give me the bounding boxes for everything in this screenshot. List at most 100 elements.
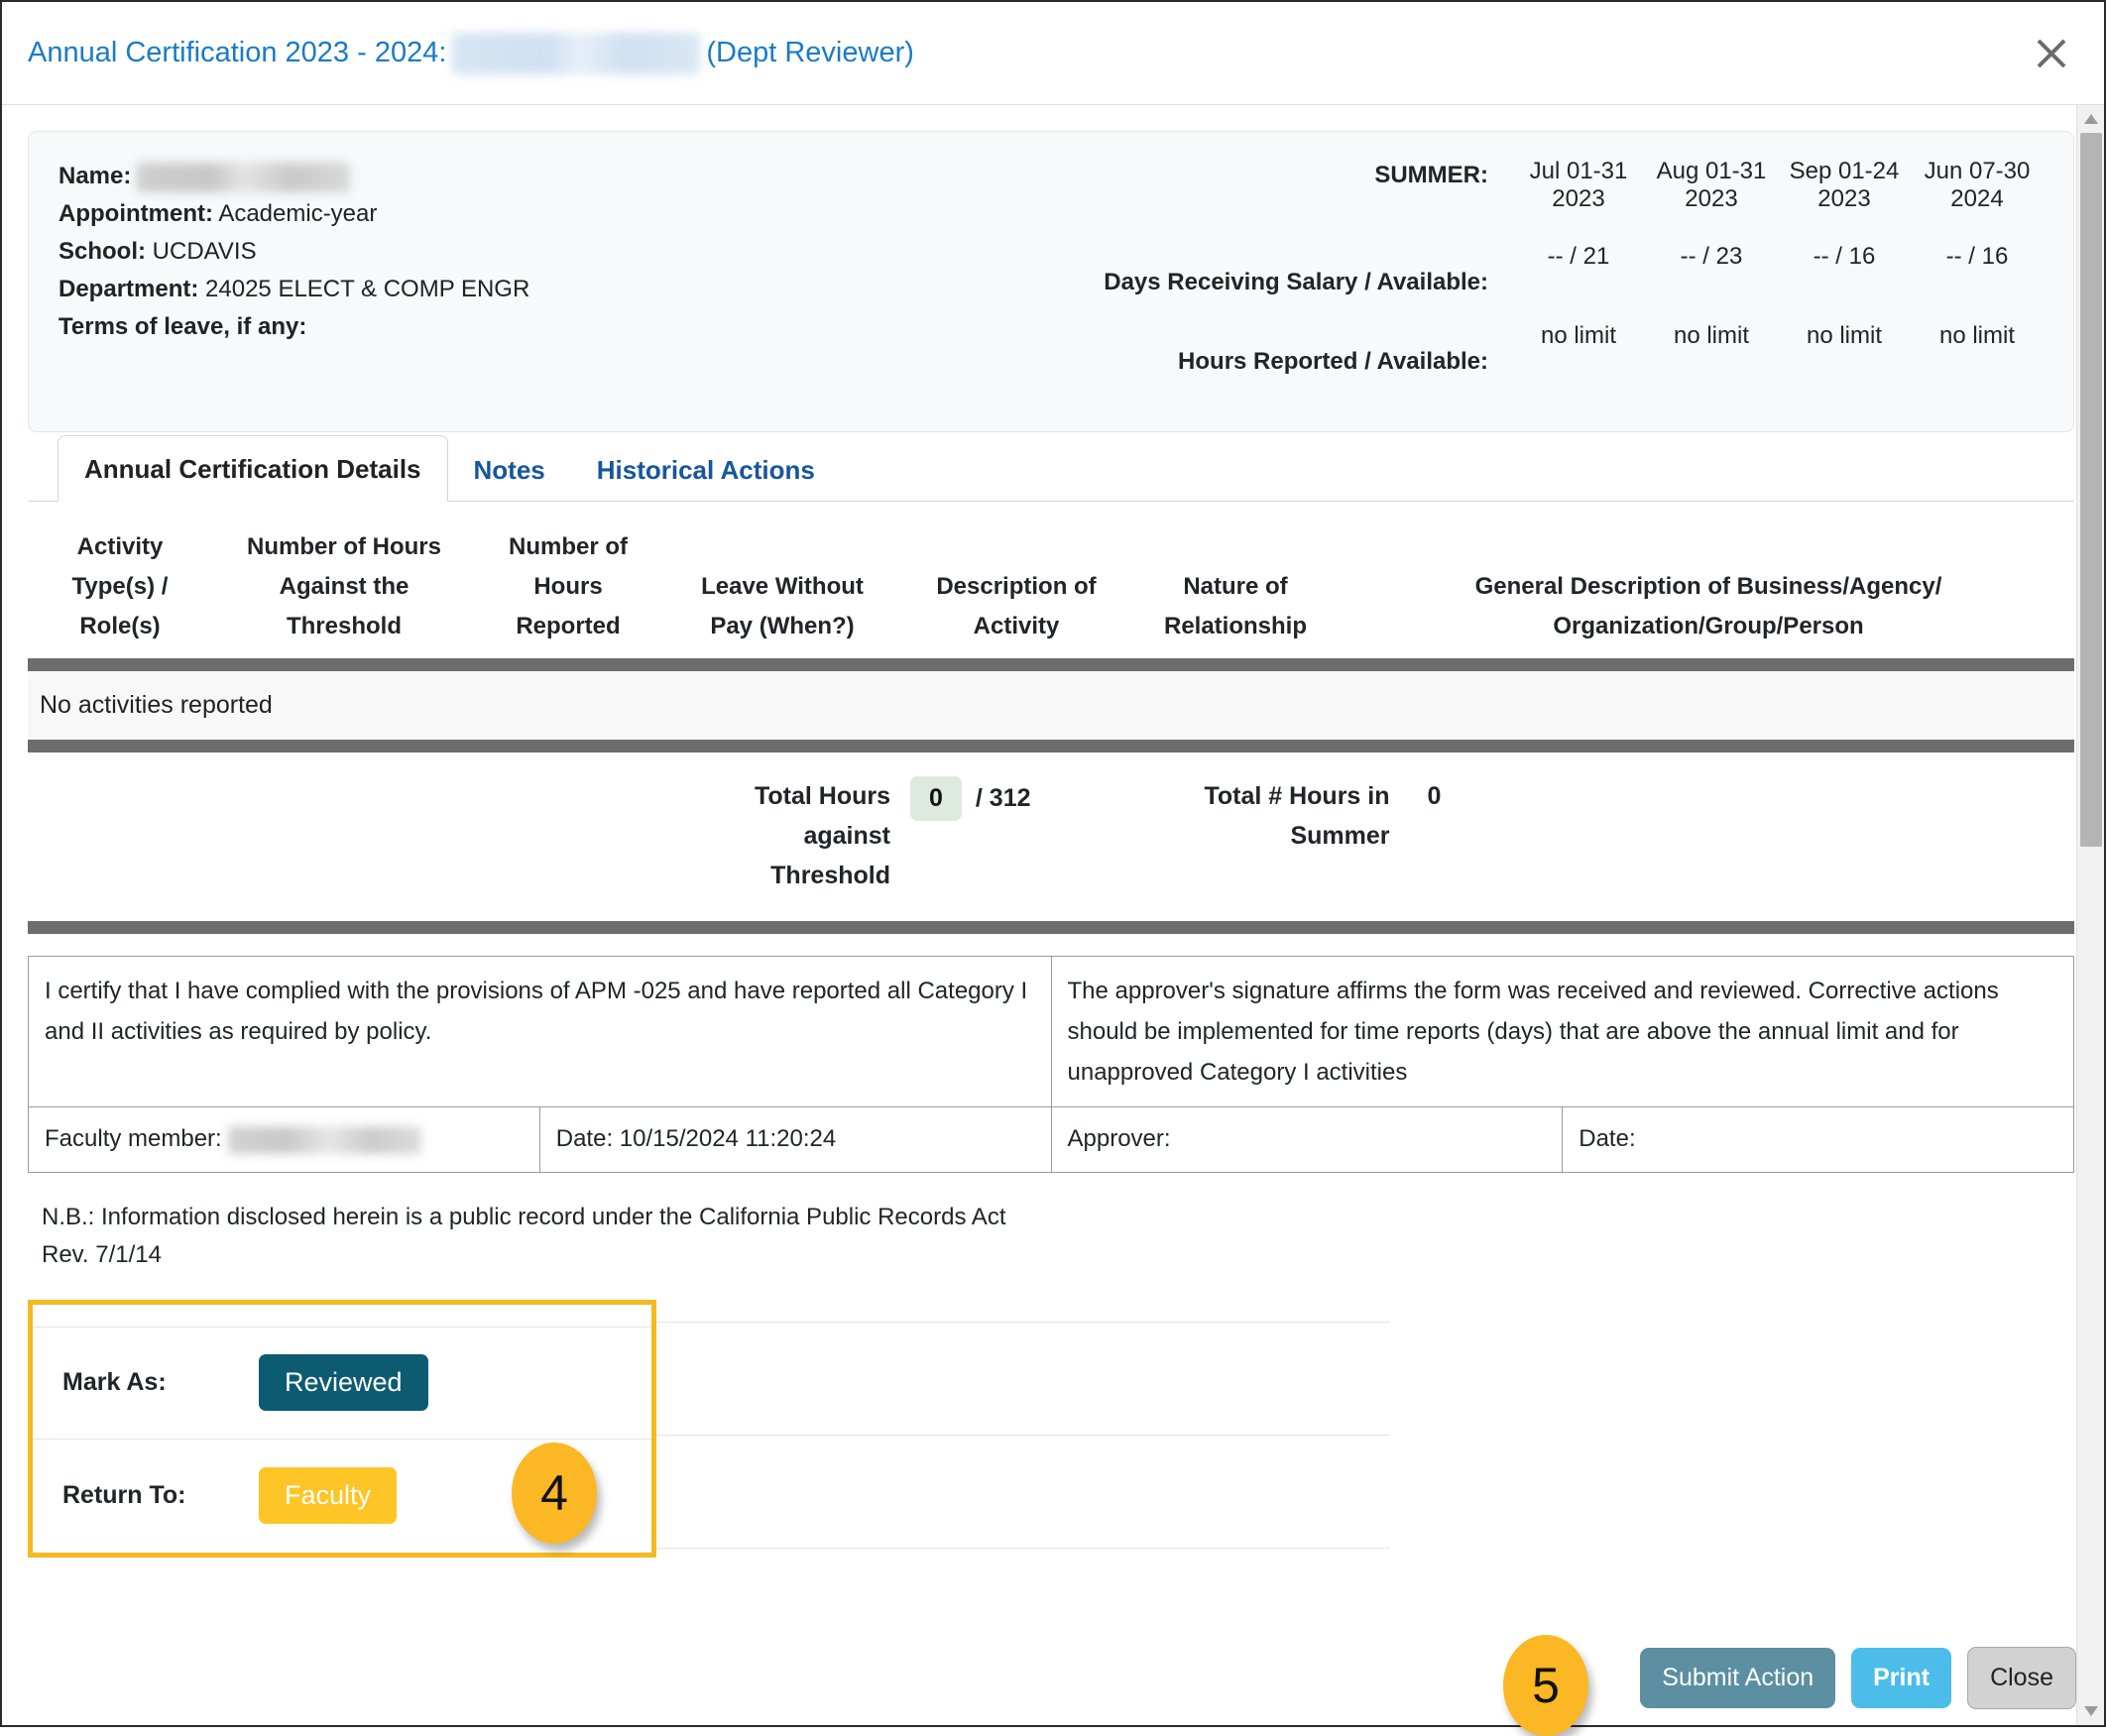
total-hours-summer-label: Total # Hours in Summer [1130, 776, 1390, 856]
public-record-note-line2: Rev. 7/1/14 [42, 1236, 2074, 1274]
summer-info-right: SUMMER: Jul 01-31 2023 Aug 01-31 2023 Se… [852, 158, 2044, 402]
modal-body: Name: Appointment: Academic-year School:… [2, 105, 2104, 1725]
appointment-label: Appointment: [58, 200, 213, 227]
hours-value-3: no limit [1911, 322, 2044, 402]
col-head-line: Threshold [212, 607, 476, 646]
table-divider-top [28, 658, 2074, 671]
approver-date-cell: Date: [1563, 1107, 2074, 1173]
total-label-line: Summer [1130, 816, 1390, 856]
days-value-1: -- / 23 [1645, 243, 1778, 322]
return-to-faculty-button[interactable]: Faculty [259, 1467, 397, 1524]
vertical-scrollbar[interactable] [2076, 105, 2104, 1725]
days-receiving-salary-label: Days Receiving Salary / Available: [872, 243, 1512, 322]
actions-rule-mid [656, 1435, 1390, 1436]
faculty-date-cell: Date: 10/15/2024 11:20:24 [539, 1107, 1051, 1173]
hours-reported-label: Hours Reported / Available: [872, 322, 1512, 402]
col-head-line: Role(s) [28, 607, 212, 646]
column-header-description-of-activity: Description of Activity [904, 567, 1128, 650]
summer-period-row: SUMMER: Jul 01-31 2023 Aug 01-31 2023 Se… [872, 158, 2044, 243]
school-row: School: UCDAVIS [58, 233, 852, 271]
col-head-line: Activity [904, 607, 1128, 646]
activity-table-header: Activity Type(s) / Role(s) Number of Hou… [28, 502, 2074, 658]
school-label: School: [58, 238, 146, 265]
actions-panel-wrapper: Mark As: Reviewed Return To: Faculty [28, 1300, 2074, 1558]
summer-period-3: Jun 07-30 2024 [1911, 158, 2044, 243]
scroll-down-icon[interactable] [2077, 1697, 2104, 1725]
col-head-line: Hours [476, 567, 660, 607]
totals-row: Total Hours against Threshold 0/ 312 Tot… [28, 752, 2074, 921]
tab-historical-actions[interactable]: Historical Actions [571, 437, 841, 502]
callout-badge-4: 4 [512, 1443, 597, 1544]
hours-value-2: no limit [1778, 322, 1911, 402]
col-head-line: Relationship [1128, 607, 1343, 646]
empty-state-message: No activities reported [28, 671, 2074, 740]
appointment-row: Appointment: Academic-year [58, 195, 852, 233]
modal-header: Annual Certification 2023 - 2024: (Dept … [2, 2, 2104, 105]
summer-period-year-0: 2023 [1512, 185, 1645, 213]
close-icon[interactable] [2029, 31, 2074, 76]
days-receiving-salary-row: Days Receiving Salary / Available: -- / … [872, 243, 2044, 322]
faculty-info-left: Name: Appointment: Academic-year School:… [58, 158, 852, 402]
mark-as-label: Mark As: [62, 1368, 259, 1397]
name-label: Name: [58, 163, 131, 189]
callout-badge-5: 5 [1503, 1635, 1588, 1736]
col-head-line: General Description of Business/Agency/ [1343, 567, 2074, 607]
days-value-0: -- / 21 [1512, 243, 1645, 322]
col-head-line: Organization/Group/Person [1343, 607, 2074, 646]
print-button[interactable]: Print [1851, 1648, 1951, 1708]
column-header-hours-against-threshold: Number of Hours Against the Threshold [212, 527, 476, 650]
approver-statement: The approver's signature affirms the for… [1051, 957, 2074, 1107]
summer-period-year-3: 2024 [1911, 185, 2044, 213]
certification-table: I certify that I have complied with the … [28, 956, 2074, 1173]
faculty-info-card: Name: Appointment: Academic-year School:… [28, 131, 2074, 432]
summer-period-2: Sep 01-24 2023 [1778, 158, 1911, 243]
summer-period-month-0: Jul 01-31 [1512, 158, 1645, 185]
public-record-note: N.B.: Information disclosed herein is a … [28, 1173, 2074, 1274]
total-label-line: against [660, 816, 890, 856]
total-label-line: Total # Hours in [1130, 776, 1390, 816]
summer-table: SUMMER: Jul 01-31 2023 Aug 01-31 2023 Se… [872, 158, 2044, 402]
school-value: UCDAVIS [153, 238, 257, 265]
summer-period-month-1: Aug 01-31 [1645, 158, 1778, 185]
reviewed-button[interactable]: Reviewed [259, 1354, 428, 1411]
col-head-line: Nature of [1128, 567, 1343, 607]
hours-value-1: no limit [1645, 322, 1778, 402]
submit-action-button[interactable]: Submit Action [1640, 1648, 1835, 1708]
days-value-3: -- / 16 [1911, 243, 2044, 322]
total-hours-threshold-value-group: 0/ 312 [890, 776, 1031, 821]
column-header-hours-reported: Number of Hours Reported [476, 527, 660, 650]
actions-rule-bottom [656, 1548, 1390, 1549]
col-head-line: Pay (When?) [660, 607, 904, 646]
department-label: Department: [58, 276, 198, 302]
hours-value-0: no limit [1512, 322, 1645, 402]
tab-notes[interactable]: Notes [448, 437, 571, 502]
annual-certification-modal: Annual Certification 2023 - 2024: (Dept … [0, 0, 2106, 1727]
redacted-faculty-name [452, 33, 700, 74]
column-header-leave-without-pay: Leave Without Pay (When?) [660, 567, 904, 650]
terms-of-leave-label: Terms of leave, if any: [58, 313, 306, 340]
table-divider-bottom [28, 740, 2074, 752]
public-record-note-line1: N.B.: Information disclosed herein is a … [42, 1199, 2074, 1236]
summer-period-month-2: Sep 01-24 [1778, 158, 1911, 185]
tab-annual-certification-details[interactable]: Annual Certification Details [58, 435, 448, 502]
name-row: Name: [58, 158, 852, 195]
scrollbar-thumb[interactable] [2080, 133, 2102, 847]
total-hours-summer-value: 0 [1428, 776, 1442, 816]
col-head-line: Description of [904, 567, 1128, 607]
redacted-faculty-signature [228, 1126, 421, 1154]
col-head-line: Reported [476, 607, 660, 646]
summer-label: SUMMER: [872, 158, 1512, 243]
summer-period-month-3: Jun 07-30 [1911, 158, 2044, 185]
column-header-general-description: General Description of Business/Agency/ … [1343, 567, 2074, 650]
total-hours-threshold-label: Total Hours against Threshold [660, 776, 890, 895]
appointment-value: Academic-year [218, 200, 377, 227]
scroll-up-icon[interactable] [2077, 105, 2104, 133]
approver-cell: Approver: [1051, 1107, 1563, 1173]
col-head-line: Activity [28, 527, 212, 567]
col-head-line: Leave Without [660, 567, 904, 607]
totals-divider [28, 921, 2074, 934]
total-label-line: Threshold [660, 856, 890, 895]
statements-row: I certify that I have complied with the … [29, 957, 2074, 1107]
close-button[interactable]: Close [1967, 1647, 2076, 1709]
total-hours-threshold-value: 0 [910, 776, 962, 821]
